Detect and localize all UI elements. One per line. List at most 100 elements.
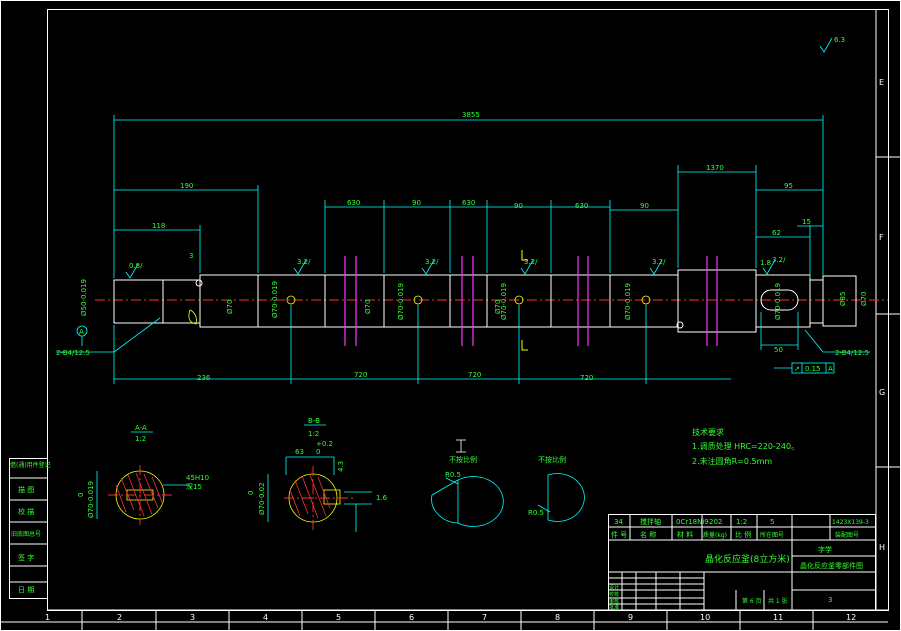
dia-6: Ø70-0.019 [500,283,508,320]
dia-7: Ø70-0.019 [624,283,632,320]
tb-header-sheet: 所在图号 [760,531,784,539]
bottom-zone-labels: 1 2 3 4 5 6 7 8 9 10 11 12 [45,613,856,622]
dim-630-c: 630 [575,202,588,210]
dim-90-b: 90 [514,202,523,210]
tb-header-name: 名 称 [640,530,656,539]
tb-material: 0Cr18Ni9 [676,518,709,526]
tb-main-title: 晶化反应釜(8立方米) [705,553,790,565]
section-bb-title: B-B [308,417,320,425]
stamp-trace-check: 校 描 [18,507,34,516]
dim-50: 50 [774,346,783,354]
dia-3: Ø70 [364,300,372,314]
dia-4: Ø70-0.019 [397,283,405,320]
zone-label-f: F [879,233,884,242]
tb-header-mass: 质量(kg) [703,531,727,539]
section-bb-width: 63 [295,448,304,456]
dim-630-a: 630 [347,199,360,207]
section-bb-depth: 1.6 [376,494,388,502]
stamp-signature: 签 字 [18,553,34,562]
roughness-32-d: 3.2/ [652,258,666,266]
section-bb-scale: 1:2 [308,430,319,438]
technical-notes: 技术要求 1.调质处理 HRC=220-240。 2.未注圆角R=0.5mm [692,427,799,466]
zone-label-7: 7 [482,613,487,622]
stamp-old-number: 旧底图总号 [11,530,41,538]
section-aa-dia: Ø70-0.019 [87,481,95,518]
tech-notes-line-2: 2.未注圆角R=0.5mm [692,456,772,466]
zone-label-3: 3 [190,613,195,622]
roughness-32-c: 3.2/ [524,258,538,266]
tb-check: 校核 [609,591,619,598]
detail-1-text: 不按比例 R0.5 [445,455,477,479]
tb-review: 审核 [609,598,619,605]
left-stamp-text: 借(通)用件登记 描 图 校 描 旧底图总号 签 字 日 期 [10,461,51,594]
detail-2-radius: R0.5 [528,509,544,517]
dim-overall: 3855 [462,111,480,119]
runout-symbol: ↗ [794,365,800,373]
dia-2: Ø70-0.019 [271,281,279,318]
section-aa-keyway: 45H10 [186,474,209,482]
callout-right-holes: 2-B4/12.5 [835,349,869,357]
detail-2-label: 不按比例 [538,455,566,464]
section-bb-zero: 0 [247,491,255,495]
dim-3: 3 [189,252,193,260]
zone-label-6: 6 [409,613,414,622]
runout-value: 0.15 [805,365,821,373]
dim-d70-right: Ø70 [860,292,868,306]
roughness-general: 6.3 [834,36,845,44]
stamp-date: 日 期 [18,586,34,594]
tb-assembly-no: 1423X139-3 [832,519,869,526]
zone-label-g: G [879,388,885,397]
dia-8: Ø70-0.019 [774,283,782,320]
section-aa-depth: 深15 [186,482,202,491]
zone-label-4: 4 [263,613,268,622]
zone-label-2: 2 [117,613,122,622]
tb-total: 共 1 张 [768,597,788,605]
roughness-32-b: 3.2/ [425,258,439,266]
dim-720-a: 720 [354,371,367,379]
tech-notes-line-1: 1.调质处理 HRC=220-240。 [692,441,799,451]
tb-sheet-ref: 5 [770,518,774,526]
dia-1: Ø70 [226,300,234,314]
zone-label-1: 1 [45,613,50,622]
left-center-hole [188,309,197,325]
roughness-symbols [125,37,833,279]
dim-630-b: 630 [462,199,475,207]
dim-236: 236 [197,374,211,382]
dim-90-c: 90 [640,202,649,210]
cad-drawing: 1 2 3 4 5 6 7 8 9 10 11 12 E F G H 借(通)用… [0,0,901,631]
zone-label-8: 8 [555,613,560,622]
detail-1 [431,439,504,527]
detail-1-label: 不按比例 [449,455,477,464]
section-bb-tol-upper: +0.2 [316,440,333,448]
callout-left-holes: 2-B4/12.5 [56,349,90,357]
dim-720-b: 720 [468,371,481,379]
tb-sheet-number: 3 [828,596,832,604]
zone-label-h: H [879,543,885,552]
zone-label-e: E [879,78,884,87]
zone-label-12: 12 [846,613,856,622]
stamp-register: 借(通)用件登记 [10,461,51,469]
section-aa-zero: 0 [77,493,85,497]
tb-header-scale: 比 例 [735,530,751,539]
section-aa-scale: 1:2 [135,435,146,443]
tb-header-material: 材 料 [677,530,693,539]
right-zone-labels: E F G H [879,78,885,552]
roughness-08: 0.8/ [129,262,143,270]
dim-1-8: 1.8 [760,259,771,267]
section-aa [96,465,190,525]
roughness-32-e: 3.2/ [772,256,786,264]
dim-90-a: 90 [412,199,421,207]
dim-1370: 1370 [706,164,724,172]
tb-part-name: 搅拌轴 [640,517,661,526]
section-aa-title: A-A [135,424,147,432]
diameter-labels: Ø50-0.019 Ø70 Ø70-0.019 Ø70 Ø70-0.019 Ø7… [80,279,782,320]
dim-95: 95 [784,182,793,190]
section-bb-tol-lower: 0 [316,448,320,456]
callout-lines [56,317,870,374]
dia-end-left: Ø50-0.019 [80,279,88,316]
datum-a-left: A [79,328,84,336]
tb-item-no: 34 [614,518,623,526]
tb-design: 设计 [609,584,619,591]
stamp-trace: 描 图 [18,485,34,494]
roughness-32-a: 3.2/ [297,258,311,266]
